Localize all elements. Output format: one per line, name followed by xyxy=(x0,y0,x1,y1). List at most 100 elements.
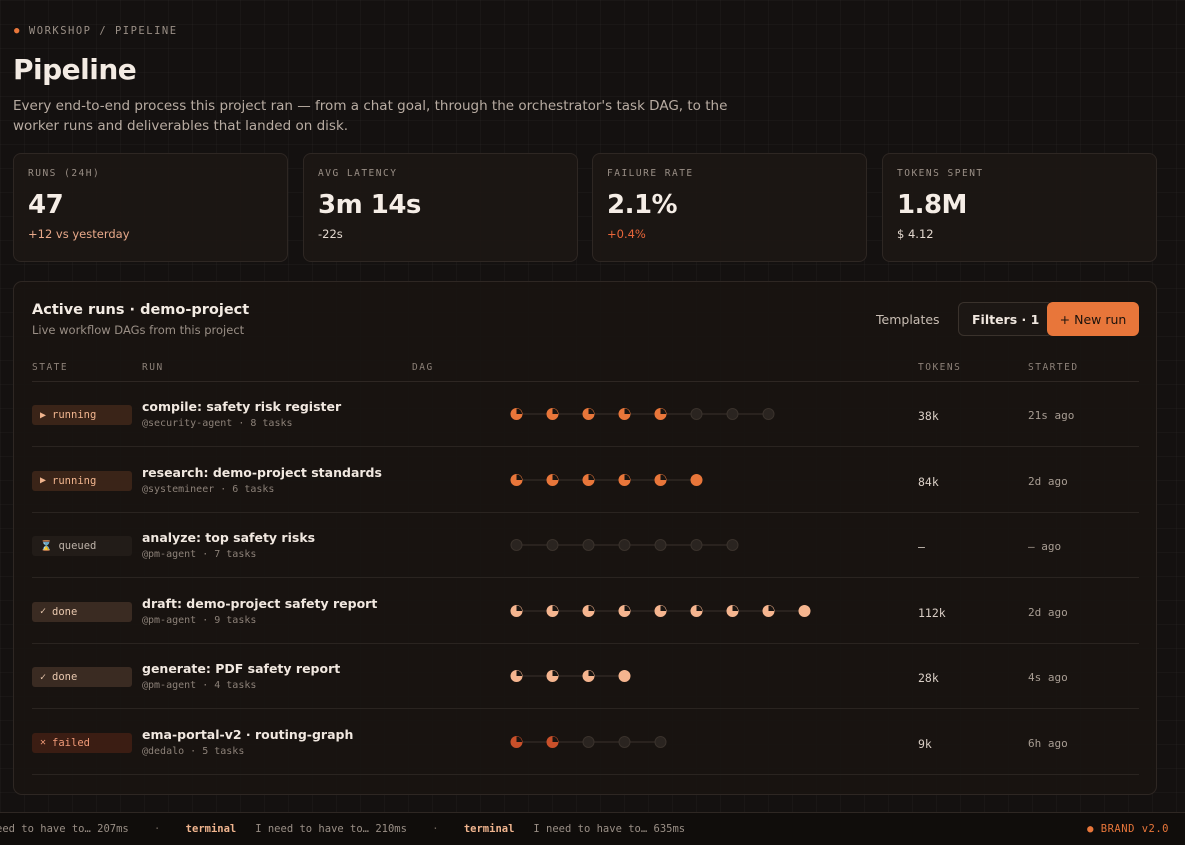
run-title[interactable]: research: demo-project standards xyxy=(142,465,382,480)
dag-node-light-half[interactable] xyxy=(690,604,703,617)
dag-node-half[interactable] xyxy=(654,408,667,420)
status-badge: ✓ done xyxy=(32,667,132,687)
stat-delta: +0.4% xyxy=(607,227,646,241)
column-header-state[interactable]: STATE xyxy=(32,362,68,373)
filters-button[interactable]: Filters · 1 xyxy=(958,302,1054,336)
run-title[interactable]: compile: safety risk register xyxy=(142,399,341,414)
dag-node-half[interactable] xyxy=(618,473,631,486)
run-title[interactable]: analyze: top safety risks xyxy=(142,530,315,545)
column-header-started[interactable]: STARTED xyxy=(1028,362,1079,373)
stat-value: 3m 14s xyxy=(318,190,421,220)
dag-node-half[interactable] xyxy=(546,408,559,420)
dag-node-half[interactable] xyxy=(582,408,595,420)
tokens-value: 84k xyxy=(918,474,939,489)
dag-node-half[interactable] xyxy=(582,473,595,486)
ticker-entry: I need to have to… 210ms xyxy=(255,823,407,835)
run-title[interactable]: draft: demo-project safety report xyxy=(142,596,377,611)
dag-node-pending[interactable] xyxy=(654,539,667,551)
started-value: 6h ago xyxy=(1028,736,1068,750)
tokens-value: 112k xyxy=(918,605,946,620)
table-row[interactable]: ▶ running compile: safety risk register … xyxy=(32,382,1139,447)
dag-node-active[interactable] xyxy=(690,473,703,486)
status-done-icon: ✓ xyxy=(40,671,47,683)
dag-node-pending[interactable] xyxy=(762,408,775,420)
run-title[interactable]: generate: PDF safety report xyxy=(142,661,340,676)
dag-graph[interactable] xyxy=(510,407,775,421)
dag-node-pending[interactable] xyxy=(618,735,631,748)
dag-node-half[interactable] xyxy=(510,473,523,486)
status-badge: ▶ running xyxy=(32,470,132,491)
dag-node-pending[interactable] xyxy=(546,539,559,551)
status-badge: ✕ failed xyxy=(32,732,132,753)
dag-node-light-half[interactable] xyxy=(762,604,775,617)
ticker-track: eed to have to… 207ms · terminal I need … xyxy=(0,823,685,835)
run-title[interactable]: ema-portal-v2 · routing-graph xyxy=(142,727,353,742)
dag-node-light-half[interactable] xyxy=(546,670,559,682)
table-row[interactable]: ✕ failed ema-portal-v2 · routing-graph @… xyxy=(32,710,1139,775)
tokens-value: 38k xyxy=(918,409,939,423)
dag-node-half[interactable] xyxy=(546,473,559,486)
breadcrumb: ● WORKSHOP / PIPELINE xyxy=(14,25,178,37)
dag-node-light-full[interactable] xyxy=(618,670,631,682)
dag-node-pending[interactable] xyxy=(654,735,667,748)
stat-label: RUNS (24H) xyxy=(28,168,101,179)
ticker-separator: · xyxy=(406,823,464,835)
dag-node-light-half[interactable] xyxy=(654,604,667,617)
table-row[interactable]: ⌛ queued analyze: top safety risks @pm-a… xyxy=(32,513,1139,578)
run-meta: @pm-agent · 9 tasks xyxy=(142,614,257,626)
table-row[interactable]: ▶ running research: demo-project standar… xyxy=(32,448,1139,513)
new-run-button[interactable]: + New run xyxy=(1047,302,1139,336)
active-runs-panel: Active runs · demo-project Live workflow… xyxy=(13,281,1157,795)
dag-node-light-half[interactable] xyxy=(582,670,595,682)
dag-node-pending[interactable] xyxy=(510,539,523,551)
dag-node-light-half[interactable] xyxy=(510,604,523,617)
stat-card-failure-rate: FAILURE RATE 2.1% +0.4% xyxy=(592,153,867,262)
dag-graph[interactable] xyxy=(510,538,739,552)
templates-button[interactable]: Templates xyxy=(866,302,950,336)
started-value: 21s ago xyxy=(1028,409,1075,422)
dag-node-pending[interactable] xyxy=(726,408,739,420)
table-row[interactable]: ✓ done draft: demo-project safety report… xyxy=(32,579,1139,644)
table-row[interactable]: ✓ done generate: PDF safety report @pm-a… xyxy=(32,644,1139,709)
panel-title: Active runs · demo-project xyxy=(32,302,250,318)
dag-graph[interactable] xyxy=(510,735,667,749)
dag-node-light-full[interactable] xyxy=(798,604,811,617)
column-header-tokens[interactable]: TOKENS xyxy=(918,362,961,373)
dag-node-light-half[interactable] xyxy=(582,604,595,617)
status-text: done xyxy=(52,671,78,683)
stat-delta: -22s xyxy=(318,227,343,241)
dag-node-pending[interactable] xyxy=(726,539,739,551)
status-text: failed xyxy=(52,736,90,749)
dag-graph[interactable] xyxy=(510,604,811,618)
dag-graph[interactable] xyxy=(510,473,703,487)
dag-node-half[interactable] xyxy=(618,408,631,420)
breadcrumb-text: WORKSHOP / PIPELINE xyxy=(28,25,178,37)
dag-node-light-half[interactable] xyxy=(618,604,631,617)
dag-node-fail-half[interactable] xyxy=(546,735,559,748)
stat-label: AVG LATENCY xyxy=(318,168,398,179)
dag-node-half[interactable] xyxy=(510,408,523,420)
dag-cell xyxy=(510,472,703,486)
dag-node-light-half[interactable] xyxy=(546,604,559,617)
dag-node-pending[interactable] xyxy=(690,539,703,551)
dag-node-half[interactable] xyxy=(654,473,667,486)
started-value: 2d ago xyxy=(1028,474,1068,488)
dag-node-pending[interactable] xyxy=(582,735,595,748)
run-meta: @security-agent · 8 tasks xyxy=(142,418,293,429)
dag-node-pending[interactable] xyxy=(690,408,703,420)
dag-graph[interactable] xyxy=(510,669,631,683)
dag-node-pending[interactable] xyxy=(618,539,631,551)
dag-node-light-half[interactable] xyxy=(510,670,523,682)
run-meta: @dedalo · 5 tasks xyxy=(142,745,245,757)
ticker-entry: eed to have to… 207ms xyxy=(0,823,129,835)
dag-cell xyxy=(510,734,667,748)
dag-node-fail-half[interactable] xyxy=(510,735,523,748)
page-title: Pipeline xyxy=(13,53,137,86)
page-description: Every end-to-end process this project ra… xyxy=(13,98,728,134)
column-header-run[interactable]: RUN xyxy=(142,362,164,373)
status-text: queued xyxy=(58,540,97,552)
ticker-tag: terminal xyxy=(463,823,515,835)
dag-node-light-half[interactable] xyxy=(726,604,739,617)
dag-node-pending[interactable] xyxy=(582,539,595,551)
column-header-dag[interactable]: DAG xyxy=(412,362,434,373)
